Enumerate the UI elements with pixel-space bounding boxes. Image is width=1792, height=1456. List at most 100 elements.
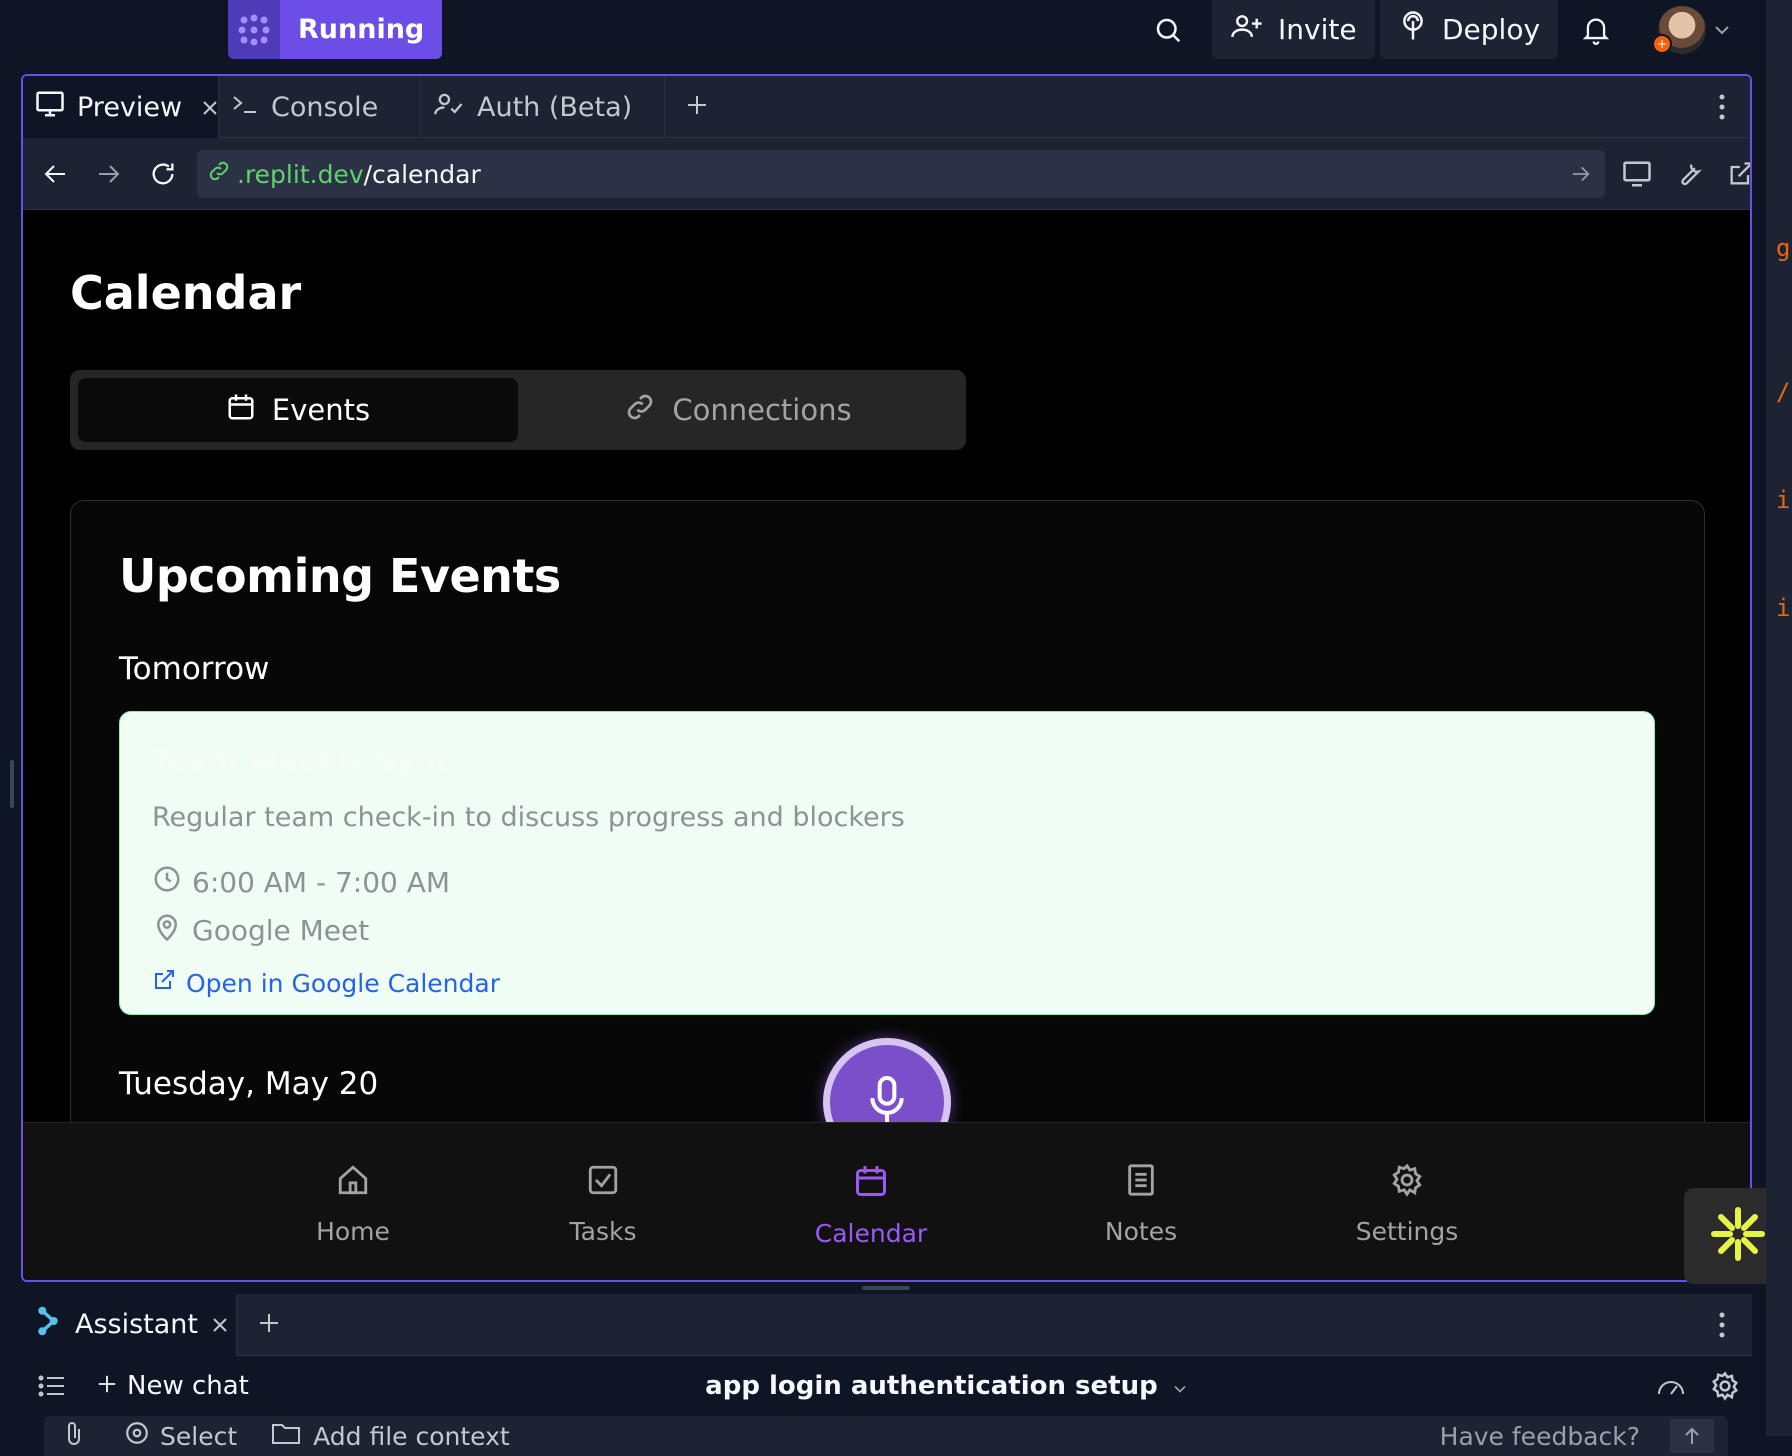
nav-label: Settings xyxy=(1355,1217,1459,1246)
run-label: Running xyxy=(280,0,443,59)
tab-preview[interactable]: Preview xyxy=(23,76,219,138)
more-options-icon[interactable] xyxy=(1694,76,1750,138)
page-title: Calendar xyxy=(70,266,302,320)
reload-icon[interactable] xyxy=(143,154,183,194)
nav-home[interactable]: Home xyxy=(273,1163,433,1246)
chat-title: app login authentication setup xyxy=(705,1371,1158,1401)
card-title: Upcoming Events xyxy=(119,549,561,603)
monitor-icon xyxy=(35,90,65,125)
external-link-icon[interactable] xyxy=(1721,154,1750,194)
run-button[interactable]: Running xyxy=(228,0,443,59)
chat-list-icon[interactable] xyxy=(21,1374,83,1398)
tab-auth[interactable]: Auth (Beta) xyxy=(421,76,665,138)
running-icon xyxy=(228,0,280,59)
nav-settings[interactable]: Settings xyxy=(1327,1163,1487,1246)
day-heading: Tuesday, May 20 xyxy=(119,1066,379,1102)
close-icon[interactable] xyxy=(212,1309,228,1340)
paperclip-icon[interactable] xyxy=(64,1419,84,1453)
app-content: Calendar Events Connections Upcoming Eve… xyxy=(23,210,1750,1122)
folder-icon xyxy=(271,1421,301,1451)
events-label: Events xyxy=(271,393,371,427)
upcoming-events-card: Upcoming Events Tomorrow Team Weekly Syn… xyxy=(70,500,1705,1122)
preview-pane: Preview Console Auth (Beta) .replit.dev/… xyxy=(21,74,1752,1282)
nav-notes[interactable]: Notes xyxy=(1061,1163,1221,1246)
bell-icon[interactable] xyxy=(1576,10,1616,50)
event-card[interactable]: Team Weekly Sync Regular team check-in t… xyxy=(119,711,1655,1015)
notes-icon xyxy=(1124,1163,1158,1203)
assistant-tabs: Assistant xyxy=(21,1293,1752,1356)
link-icon xyxy=(624,391,656,430)
link-icon xyxy=(207,159,231,189)
back-arrow-icon[interactable] xyxy=(35,154,75,194)
url-bar: .replit.dev/calendar xyxy=(23,138,1750,210)
code-fragment: / xyxy=(1776,378,1791,406)
url-domain: .replit.dev xyxy=(237,159,364,189)
send-button[interactable] xyxy=(1670,1419,1714,1453)
file-context-label: Add file context xyxy=(313,1421,510,1451)
url-input[interactable]: .replit.dev/calendar xyxy=(197,150,1605,198)
add-file-context-button[interactable]: Add file context xyxy=(271,1421,510,1451)
go-arrow-icon[interactable] xyxy=(1571,160,1591,189)
external-link-icon xyxy=(152,968,176,998)
event-description: Regular team check-in to discuss progres… xyxy=(152,802,905,833)
side-resize-handle[interactable] xyxy=(10,760,14,808)
close-icon[interactable] xyxy=(202,92,218,123)
top-bar: Running Invite Deploy + xyxy=(0,0,1792,70)
new-chat-button[interactable]: New chat xyxy=(97,1371,249,1401)
assistant-toolbar: New chat app login authentication setup xyxy=(21,1356,1752,1416)
event-location: Google Meet xyxy=(192,914,370,947)
wrench-icon[interactable] xyxy=(1669,154,1709,194)
new-tab-button[interactable] xyxy=(665,76,729,138)
select-label: Select xyxy=(160,1421,238,1451)
event-title: Team Weekly Sync xyxy=(152,744,454,778)
plus-icon xyxy=(686,92,708,123)
select-button[interactable]: Select xyxy=(124,1420,237,1452)
link-label: Open in Google Calendar xyxy=(186,968,500,998)
deploy-label: Deploy xyxy=(1442,13,1541,46)
connections-label: Connections xyxy=(672,393,852,427)
resize-handle[interactable] xyxy=(862,1286,910,1290)
chevron-down-icon xyxy=(1172,1371,1188,1401)
editor-strip xyxy=(1766,0,1792,1436)
chat-title-dropdown[interactable]: app login authentication setup xyxy=(249,1371,1644,1401)
invite-label: Invite xyxy=(1278,13,1357,46)
event-location-row: Google Meet xyxy=(152,912,369,949)
invite-button[interactable]: Invite xyxy=(1212,0,1375,59)
chevron-down-icon[interactable] xyxy=(1702,10,1742,50)
nav-label: Notes xyxy=(1104,1217,1178,1246)
nav-label: Home xyxy=(316,1217,390,1246)
gear-icon[interactable] xyxy=(1698,1371,1752,1401)
speedometer-icon[interactable] xyxy=(1644,1375,1698,1397)
plus-icon xyxy=(258,1312,280,1338)
more-options-icon[interactable] xyxy=(1692,1312,1752,1338)
code-fragment: i xyxy=(1776,594,1791,622)
tab-console[interactable]: Console xyxy=(219,76,421,138)
avatar-badge-icon: + xyxy=(1652,34,1672,54)
plus-icon xyxy=(97,1371,117,1401)
tab-label: Auth (Beta) xyxy=(477,91,633,123)
url-path: /calendar xyxy=(363,159,481,189)
event-time: 6:00 AM - 7:00 AM xyxy=(192,866,451,899)
open-google-calendar-link[interactable]: Open in Google Calendar xyxy=(152,968,500,998)
sparkle-icon xyxy=(1710,1206,1766,1266)
day-heading: Tomorrow xyxy=(119,651,270,687)
feedback-link[interactable]: Have feedback? xyxy=(1440,1422,1640,1451)
nav-calendar[interactable]: Calendar xyxy=(791,1163,951,1248)
search-icon[interactable] xyxy=(1148,10,1188,50)
nav-label: Tasks xyxy=(569,1217,637,1246)
device-preview-icon[interactable] xyxy=(1617,154,1657,194)
tab-assistant[interactable]: Assistant xyxy=(21,1293,237,1356)
forward-arrow-icon[interactable] xyxy=(89,154,129,194)
new-tab-button[interactable] xyxy=(237,1312,301,1338)
gear-icon xyxy=(1390,1163,1424,1203)
event-time-row: 6:00 AM - 7:00 AM xyxy=(152,864,450,901)
tab-connections[interactable]: Connections xyxy=(518,378,958,442)
tab-events[interactable]: Events xyxy=(78,378,518,442)
code-fragment: i xyxy=(1776,486,1791,514)
code-fragment: g xyxy=(1776,234,1791,262)
deploy-button[interactable]: Deploy xyxy=(1380,0,1559,59)
pane-tabs: Preview Console Auth (Beta) xyxy=(23,76,1750,138)
user-check-icon xyxy=(433,90,465,125)
nav-tasks[interactable]: Tasks xyxy=(523,1163,683,1246)
tab-label: Preview xyxy=(77,91,183,123)
